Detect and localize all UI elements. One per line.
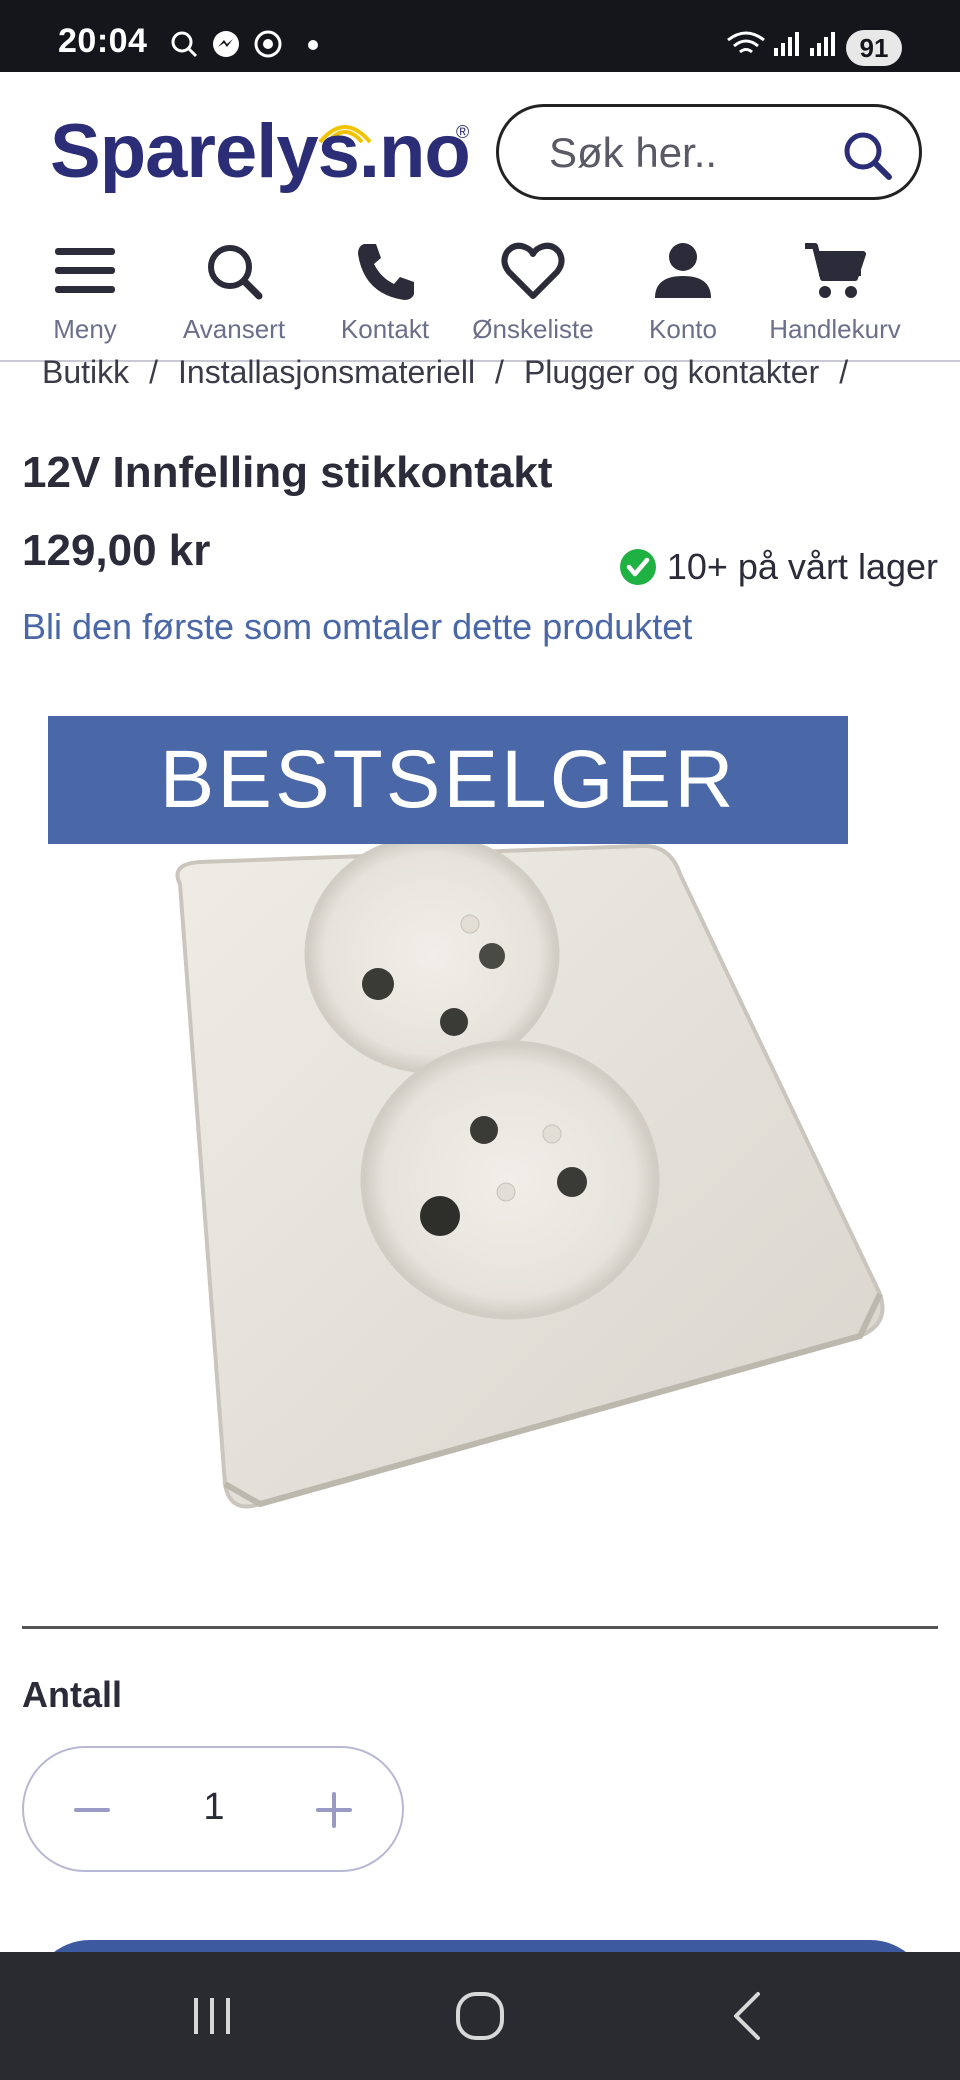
search-bar[interactable] — [496, 104, 922, 200]
home-icon[interactable] — [452, 1988, 508, 2044]
nav-item-account[interactable]: Konto — [628, 240, 738, 360]
quantity-label: Antall — [22, 1674, 123, 1715]
nav-item-wishlist[interactable]: Ønskeliste — [470, 240, 596, 360]
user-icon — [655, 243, 711, 298]
recent-apps-icon[interactable] — [184, 1988, 240, 2044]
write-review-link[interactable]: Bli den første som omtaler dette produkt… — [22, 606, 692, 648]
breadcrumb-separator: / — [839, 354, 849, 390]
breadcrumb-link[interactable]: Installasjonsmateriell — [178, 354, 475, 390]
product-image[interactable] — [140, 844, 900, 1524]
messenger-icon — [213, 31, 239, 57]
search-icon — [171, 31, 198, 58]
heart-icon — [501, 242, 565, 299]
plus-icon[interactable] — [302, 1778, 366, 1842]
product-title: 12V Innfelling stikkontakt — [22, 448, 553, 497]
cart-icon — [805, 243, 866, 298]
breadcrumb-separator: / — [495, 354, 504, 390]
status-bar: 20:04 91 — [0, 0, 960, 72]
hamburger-icon — [55, 248, 115, 293]
site-logo[interactable]: Sparelys.no ® — [50, 104, 480, 204]
quantity-stepper: 1 — [22, 1746, 404, 1872]
nav-label: Handlekurv — [769, 314, 901, 344]
bestseller-badge: BESTSELGER — [48, 716, 848, 844]
status-time: 20:04 — [58, 22, 148, 60]
breadcrumb: Butikk / Installasjonsmateriell / Plugger og… — [42, 354, 868, 391]
signal-icon — [810, 32, 835, 56]
wifi-icon — [727, 31, 765, 54]
system-nav-bar — [0, 1952, 960, 2080]
nav-label: Kontakt — [340, 314, 430, 344]
nav-label: Konto — [649, 314, 717, 344]
nav-item-contact[interactable]: Kontakt — [330, 240, 440, 360]
nav-label: Meny — [53, 314, 117, 344]
breadcrumb-separator: / — [149, 354, 159, 390]
signal-icon — [774, 32, 799, 56]
notification-dot-icon — [308, 40, 318, 50]
search-icon[interactable] — [841, 129, 893, 181]
quantity-value[interactable]: 1 — [174, 1786, 254, 1829]
logo-text: Sparelys.no — [50, 109, 471, 194]
check-circle-icon — [619, 549, 656, 585]
breadcrumb-link[interactable]: Plugger og kontakter — [524, 354, 819, 390]
battery-indicator: 91 — [846, 30, 902, 66]
stock-text: 10+ på vårt lager — [666, 546, 938, 587]
nav-label: Avansert — [182, 314, 286, 344]
chrome-icon — [254, 30, 282, 58]
section-divider — [22, 1626, 938, 1629]
search-icon — [208, 245, 263, 300]
nav-item-advanced-search[interactable]: Avansert — [172, 240, 296, 360]
nav-item-menu[interactable]: Meny — [30, 240, 140, 360]
breadcrumb-link[interactable]: Butikk — [42, 354, 129, 390]
back-icon[interactable] — [722, 1988, 778, 2044]
main-nav: Meny Avansert Kontakt Ønskeliste Konto H… — [0, 240, 960, 362]
search-input[interactable] — [549, 125, 829, 181]
logo-registered-mark: ® — [456, 122, 470, 142]
product-price: 129,00 kr — [22, 526, 211, 575]
nav-item-cart[interactable]: Handlekurv — [766, 240, 904, 360]
nav-label: Ønskeliste — [472, 314, 594, 344]
phone-icon — [358, 244, 414, 300]
minus-icon[interactable] — [60, 1778, 124, 1842]
stock-status: 10+ på vårt lager — [619, 546, 938, 588]
